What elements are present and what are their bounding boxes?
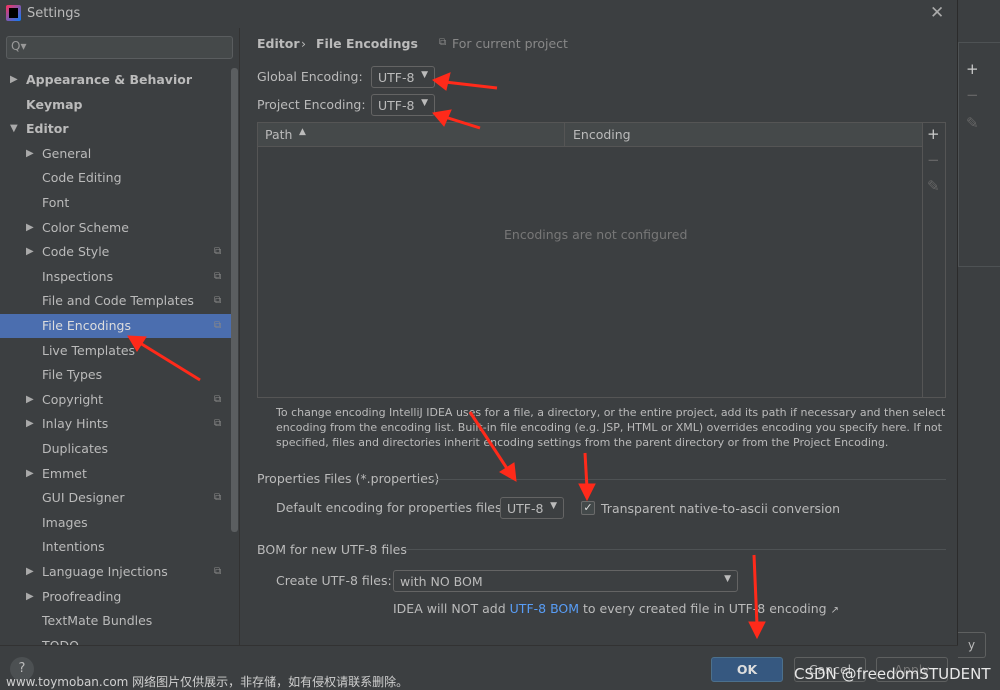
arrow-annotation: [432, 72, 498, 91]
watermark-left: www.toymoban.com 网络图片仅供展示，非存储，如有侵权请联系删除。: [6, 675, 409, 689]
arrow-annotation: [468, 411, 517, 482]
annotation-arrows: [127, 72, 766, 640]
arrow-annotation: [748, 554, 766, 640]
arrow-annotation: [432, 109, 481, 130]
arrow-annotation: [127, 335, 201, 382]
watermark-right: CSDN @freedomSTUDENT: [794, 665, 991, 683]
arrow-annotation: [578, 452, 596, 502]
